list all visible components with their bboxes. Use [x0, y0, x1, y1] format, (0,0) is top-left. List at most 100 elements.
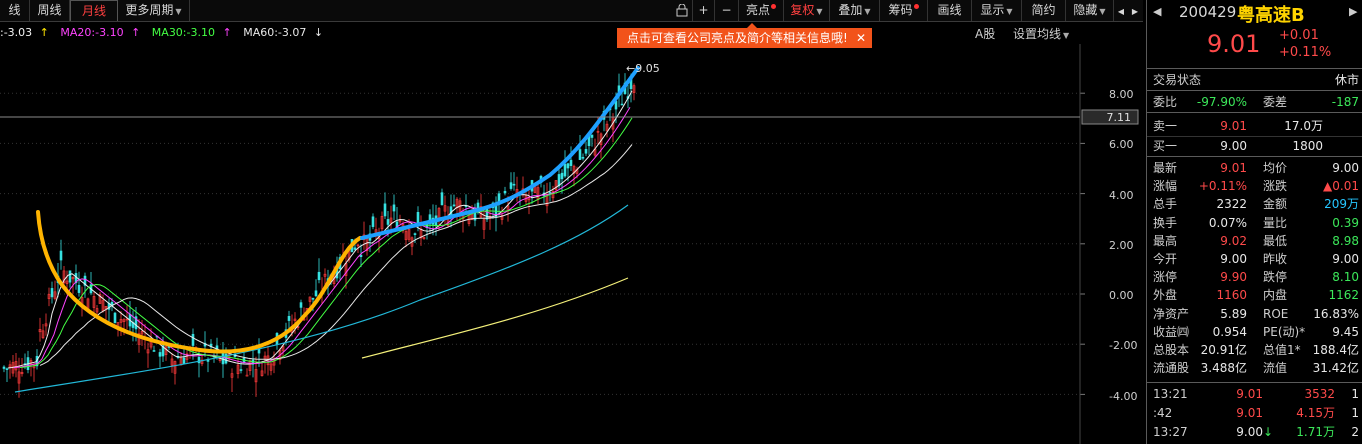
y-tick-label: -4.00 [1109, 390, 1138, 403]
candle-body [113, 312, 117, 323]
stat-label: 量比 [1263, 215, 1288, 230]
bid1-price: 9.00 [1220, 139, 1247, 153]
stat-label: PE(动)* [1263, 324, 1306, 339]
candle-body [77, 284, 81, 293]
bid1-row: 买一 9.00 1800 [1153, 137, 1359, 155]
quote-panel: ◀ 200429 粤高速B ▶ 9.01 +0.01 +0.11% 交易状态 休… [1146, 0, 1362, 444]
down-arrow-icon: ↓ [1263, 425, 1274, 439]
candle-body [182, 357, 186, 364]
candle-body [2, 366, 6, 369]
stat-value: 9.45 [1332, 324, 1359, 339]
stat-value: 209万 [1324, 197, 1359, 212]
stat-value: 9.00 [1220, 252, 1247, 266]
candle-body [50, 288, 54, 298]
stat-label: 涨跌 [1263, 179, 1288, 194]
stat-value: 0.07% [1208, 215, 1247, 230]
stat-label: 总手 [1153, 197, 1178, 212]
stat-row: 最高 9.02 最低 8.98 [1153, 232, 1359, 250]
order-ratio-row: 委比 -97.90% 委差 -187 [1153, 93, 1359, 111]
candle-body [569, 159, 573, 167]
trade-volume: 4.15万 [1296, 406, 1335, 420]
stat-label: 最高 [1153, 233, 1178, 248]
stat-label: 今开 [1153, 252, 1178, 266]
trade-time: :42 [1153, 406, 1173, 420]
order-diff-label: 委差 [1263, 95, 1288, 109]
stat-label: 换手 [1153, 215, 1178, 230]
stat-row: 今开 9.00 昨收 9.00 [1153, 250, 1359, 268]
expand-arrow-icon[interactable]: ▶ [1349, 5, 1357, 18]
stat-value: 5.89 [1220, 306, 1247, 321]
y-tick-label: 8.00 [1109, 88, 1134, 101]
trade-row: :42 9.01 4.15万 1 [1153, 404, 1359, 422]
stat-row: 净资产 5.89 ROE 16.83% [1153, 305, 1359, 323]
stat-value: 0.954 [1212, 324, 1247, 339]
y-tick-label: -2.00 [1109, 339, 1138, 352]
stat-value: 1160 [1216, 288, 1247, 303]
stat-label: 最低 [1263, 233, 1288, 248]
candle-body [563, 163, 567, 177]
trade-price: 9.01 [1236, 406, 1263, 420]
price-change-percent: +0.11% [1279, 45, 1332, 60]
stat-row: 最新 9.01 均价 9.00 [1153, 159, 1359, 177]
stat-label: 最新 [1153, 161, 1178, 175]
stat-value: 9.02 [1220, 233, 1247, 248]
ma10-line [7, 90, 633, 369]
stat-label: 均价 [1263, 161, 1288, 175]
candle-body [311, 297, 315, 300]
candle-body [566, 163, 570, 169]
candle-body [416, 212, 420, 225]
stat-label: 跌停 [1263, 270, 1288, 285]
candle-body [317, 271, 321, 281]
order-diff-value: -187 [1331, 95, 1359, 109]
stat-value: 1162 [1328, 288, 1359, 303]
stat-label: 流值 [1263, 361, 1288, 376]
ma30-line [19, 117, 633, 368]
yellow-curve-annotation [36, 210, 362, 354]
candle-body [548, 191, 552, 194]
candle-body [452, 204, 456, 207]
tooltip-text: 点击可查看公司亮点及简介等相关信息哦! [627, 31, 848, 45]
candle-body [158, 352, 162, 357]
candle-body [485, 208, 489, 220]
candle-body [509, 182, 513, 189]
stat-value: +0.11% [1198, 179, 1247, 194]
stat-value: 16.83% [1313, 306, 1359, 321]
trading-status-row: 交易状态 休市 [1153, 71, 1359, 89]
stat-label: 外盘 [1153, 288, 1178, 303]
stat-value: 2322 [1216, 197, 1247, 212]
trading-status-label: 交易状态 [1153, 73, 1202, 87]
candle-body [512, 183, 516, 186]
candle-body [5, 368, 9, 370]
trade-time: 13:27 [1153, 425, 1188, 439]
stat-label: 内盘 [1263, 288, 1288, 303]
collapse-arrow-icon[interactable]: ◀ [1153, 5, 1161, 18]
candle-body [245, 374, 249, 377]
max-price-label: ←9.05 [626, 62, 660, 75]
stat-row: 涨停 9.90 跌停 8.10 [1153, 268, 1359, 286]
stat-value: ▲0.01 [1323, 179, 1359, 194]
highlight-tooltip[interactable]: 点击可查看公司亮点及简介等相关信息哦! ✕ [617, 23, 872, 48]
stat-value: 3.488亿 [1200, 361, 1247, 376]
candle-body [299, 302, 303, 308]
candlestick-series [2, 73, 636, 398]
ma20-line [13, 106, 631, 369]
current-price-label: 7.11 [1107, 111, 1132, 124]
stat-label: 金额 [1263, 197, 1288, 212]
trade-volume: 1.71万 [1296, 425, 1335, 439]
y-tick-label: 0.00 [1109, 289, 1134, 302]
candle-body [584, 149, 588, 154]
price-change: +0.01 [1279, 28, 1319, 43]
stat-value: 0.39 [1332, 215, 1359, 230]
candle-body [392, 204, 396, 212]
candle-body [440, 192, 444, 206]
price-chart[interactable]: 7.11 ←9.05 [0, 0, 1146, 444]
ma120-line [14, 204, 629, 393]
stat-value: 9.90 [1220, 270, 1247, 285]
stat-value: 8.98 [1332, 233, 1359, 248]
stock-code: 200429 [1179, 3, 1237, 21]
candle-body [386, 219, 390, 225]
stat-value: 31.42亿 [1312, 361, 1359, 376]
close-icon[interactable]: ✕ [856, 28, 866, 48]
stat-label: 昨收 [1263, 252, 1288, 266]
y-tick-label: 2.00 [1109, 239, 1134, 252]
